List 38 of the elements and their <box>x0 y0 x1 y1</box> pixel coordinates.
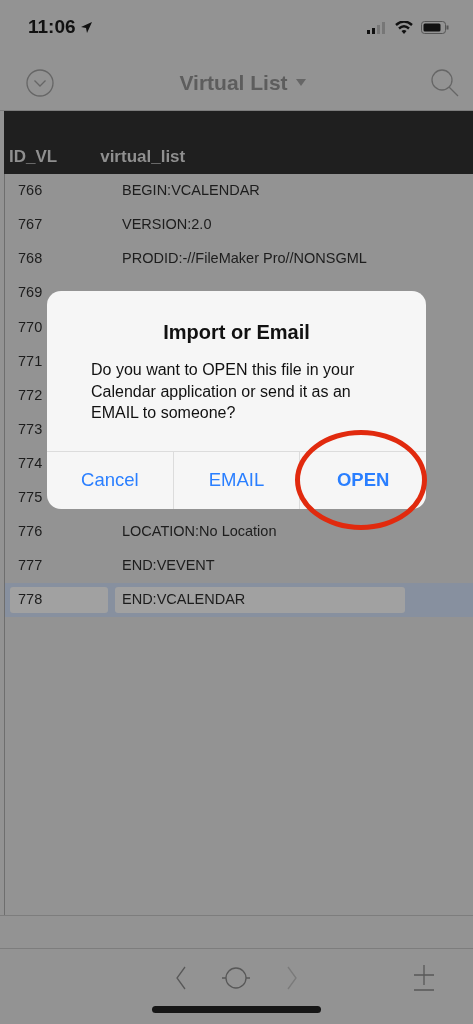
dialog-message: Do you want to OPEN this file in your Calendar application or send it as an EMAIL to someone? <box>90 360 356 423</box>
table-cell: 777 <box>18 557 43 574</box>
column-header: ID_VL <box>8 145 58 168</box>
dropdown-circle-icon[interactable] <box>26 68 54 97</box>
search-icon[interactable] <box>431 68 459 97</box>
time-text: 11:06 <box>28 15 76 40</box>
dialog-button[interactable]: Cancel <box>47 451 173 509</box>
table-cell: 774 <box>18 454 43 471</box>
table-cell: 769 <box>18 284 43 301</box>
table-cell: 768 <box>18 250 43 267</box>
table-cell: 767 <box>18 216 43 233</box>
location-arrow-icon <box>79 21 93 34</box>
table-cell-text: LOCATION:No Location <box>121 522 278 542</box>
back-icon[interactable] <box>175 966 187 990</box>
dialog-button[interactable]: OPEN <box>299 451 426 509</box>
table-cell: 771 <box>18 352 43 369</box>
selected-row[interactable]: 778 END:VCALENDAR <box>5 583 473 618</box>
table-cell-text: BEGIN:VCALENDAR <box>121 181 261 201</box>
table-cell: 772 <box>18 386 43 403</box>
table-cell-text: PRODID:-//FileMaker Pro//NONSGML <box>121 249 368 269</box>
dialog-title: Import or Email <box>162 320 311 345</box>
signal-icon <box>367 21 387 34</box>
table-cell: 776 <box>18 523 43 540</box>
table-cell: 778 <box>10 587 108 614</box>
table-cell: 775 <box>18 489 43 505</box>
column-header: virtual_list <box>99 145 186 168</box>
dialog-button[interactable]: EMAIL <box>172 451 300 509</box>
caret-icon[interactable] <box>295 79 306 86</box>
table-cell-text: END:VEVENT <box>121 556 216 576</box>
table-cell: 773 <box>18 420 43 437</box>
circle-icon[interactable] <box>222 966 250 990</box>
plus-minus-icon[interactable] <box>413 965 435 991</box>
table-cell: 766 <box>18 182 43 199</box>
table-cell: 770 <box>18 318 43 335</box>
table-cell-text: VERSION:2.0 <box>121 215 213 235</box>
battery-icon <box>421 21 449 34</box>
table-cell: END:VCALENDAR <box>115 587 405 614</box>
wifi-icon <box>395 21 413 34</box>
